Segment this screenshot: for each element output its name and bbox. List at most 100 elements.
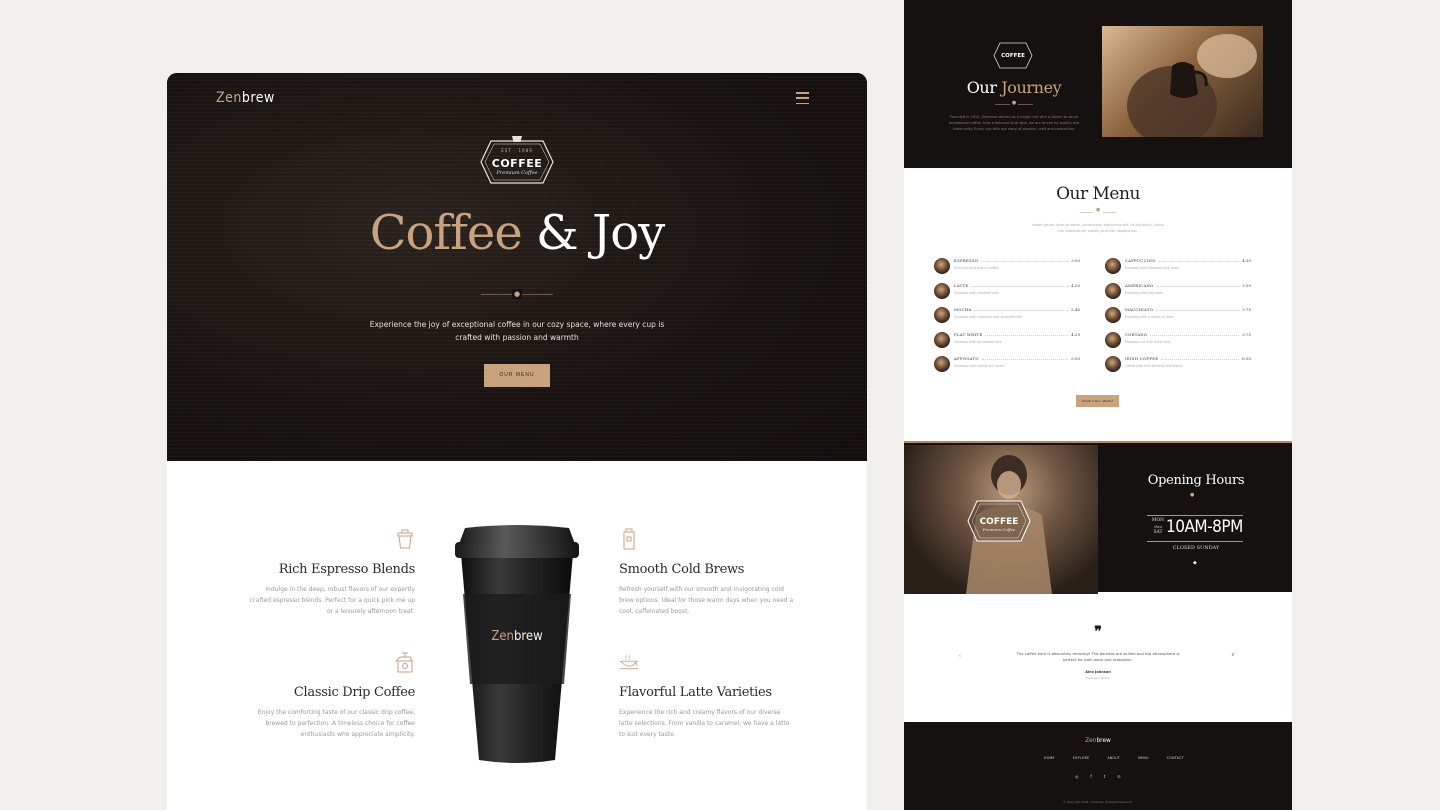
inner-pages-preview: COFFEE Our Journey ● Founded in 2010, Ze… <box>904 0 1292 810</box>
menu-item[interactable]: FLAT WHITE 4.25 Espresso with microfoam mi… <box>934 331 1080 349</box>
menu-item[interactable]: AFFOGATO 5.50 Espresso over vanilla ice cr… <box>934 355 1080 373</box>
social-links: ◎ f t ℗ <box>1075 774 1121 779</box>
menu-item-price: 3.75 <box>1242 331 1251 337</box>
menu-item[interactable]: CORTADO 3.75 Espresso cut with warm milk <box>1105 331 1251 349</box>
opening-hours-section: COFFEE Premium Coffee Opening Hours ● MO… <box>904 441 1292 594</box>
brand-logo[interactable]: Zenbrew <box>216 90 275 106</box>
menu-item-description: Espresso with steamed milk <box>954 290 999 295</box>
menu-item[interactable]: LATTE 4.50 Espresso with steamed milk <box>934 282 1080 300</box>
testimonial-name: Alex Johnson <box>1085 670 1111 674</box>
our-menu-button[interactable]: OUR MENU <box>484 364 550 387</box>
chevron-right-icon[interactable]: › <box>1231 650 1235 660</box>
twitter-icon[interactable]: t <box>1104 774 1106 779</box>
testimonial-role: Frequent Visitor <box>1086 676 1110 680</box>
menu-item[interactable]: MOCHA 5.40 Espresso with chocolate and ste… <box>934 306 1080 324</box>
menu-item-leader <box>971 285 1068 287</box>
menu-item-leader <box>982 359 1068 360</box>
badge-subtitle: Premium Coffee <box>982 527 1016 532</box>
menu-item-leader <box>1156 310 1239 311</box>
menu-title: Our Menu <box>1056 184 1140 204</box>
menu-item-leader <box>974 310 1068 311</box>
coffee-badge-logo: EST · 1989 COFFEE Premium Coffee <box>479 133 555 191</box>
menu-item-description: Espresso over vanilla ice cream <box>954 364 1005 368</box>
hamburger-icon[interactable] <box>796 92 809 104</box>
menu-item-name: CAPPUCCINO <box>1125 258 1156 263</box>
chevron-left-icon[interactable]: ‹ <box>958 651 962 661</box>
feature-latte: Flavorful Latte Varieties Experience the… <box>619 651 789 751</box>
menu-item[interactable]: IRISH COFFEE 6.50 Coffee with Irish whiske… <box>1105 355 1251 373</box>
menu-item-name: CORTADO <box>1125 331 1148 337</box>
menu-item-name: LATTE <box>954 282 969 288</box>
menu-item-leader <box>1150 334 1239 336</box>
badge-title: COFFEE <box>980 517 1019 527</box>
menu-item-description: Espresso with microfoam milk <box>954 339 1002 344</box>
facebook-icon[interactable]: f <box>1090 774 1091 779</box>
menu-item-description: Espresso with steamed milk foam <box>1125 266 1179 270</box>
menu-item-name: IRISH COFFEE <box>1125 356 1159 361</box>
menu-item-name: AFFOGATO <box>954 356 979 361</box>
espresso-icon <box>397 529 413 549</box>
instagram-icon[interactable]: ◎ <box>1075 774 1079 779</box>
coffee-badge-logo: COFFEE <box>993 42 1033 69</box>
menu-item-thumbnail <box>934 307 950 323</box>
menu-item-price: 3.50 <box>1071 258 1080 263</box>
menu-item-thumbnail <box>934 331 950 348</box>
menu-item-leader <box>1157 285 1239 287</box>
coffee-bean-icon: ● <box>1010 100 1018 106</box>
menu-item-name: FLAT WHITE <box>954 331 983 337</box>
testimonial-text: The coffee here is absolutely amazing! T… <box>1016 651 1180 662</box>
cold-brew-icon <box>623 528 635 550</box>
menu-item-leader <box>985 334 1068 336</box>
menu-item-leader <box>981 261 1068 262</box>
footer-link-explore[interactable]: EXPLORE <box>1073 756 1090 760</box>
menu-item-name: AMERICANO <box>1125 282 1154 288</box>
feature-title: Flavorful Latte Varieties <box>619 685 772 700</box>
coffee-bean-icon: ● <box>1190 492 1195 498</box>
view-full-menu-button[interactable]: VIEW FULL MENU <box>1076 395 1119 407</box>
hours-title: Opening Hours <box>1147 473 1245 488</box>
feature-drip: Classic Drip Coffee Enjoy the comforting… <box>245 651 415 751</box>
hero-title: Coffee & Joy <box>369 205 665 261</box>
menu-item-name: ESPRESSO <box>954 258 979 263</box>
coffee-bean-icon: ● <box>512 289 522 299</box>
brand-logo[interactable]: Zenbrew <box>904 736 1292 744</box>
feature-title: Smooth Cold Brews <box>619 562 745 577</box>
menu-item-description: Espresso with a dollop of foam <box>1125 315 1174 319</box>
hero-section: Zenbrew EST · 1989 COFFEE Premium Coffee… <box>167 73 867 461</box>
menu-item-description: Espresso with hot water <box>1125 290 1164 295</box>
menu-item-thumbnail <box>934 258 950 274</box>
menu-item[interactable]: CAPPUCCINO 4.50 Espresso with steamed milk… <box>1105 257 1251 275</box>
journey-title: Our Journey <box>966 78 1062 97</box>
menu-item-price: 4.50 <box>1242 258 1251 263</box>
divider <box>1147 541 1243 542</box>
hours-time: 10AM-8PM <box>1166 517 1243 537</box>
menu-item-leader <box>1161 359 1239 360</box>
hours-days: MON thru SAT <box>1151 518 1165 535</box>
divider <box>1147 515 1243 516</box>
footer-link-contact[interactable]: CONTACT <box>1167 756 1184 760</box>
menu-item-price: 5.40 <box>1071 307 1080 312</box>
menu-item[interactable]: MACCHIATO 3.75 Espresso with a dollop of f… <box>1105 306 1251 324</box>
feature-text: Enjoy the comforting taste of our classi… <box>257 709 415 738</box>
menu-item[interactable]: AMERICANO 3.50 Espresso with hot water <box>1105 282 1251 300</box>
footer-link-about[interactable]: ABOUT <box>1107 756 1120 760</box>
closed-note: CLOSED SUNDAY <box>1172 545 1220 551</box>
menu-item-thumbnail <box>1105 258 1121 274</box>
diamond-icon: ◆ <box>1193 560 1197 566</box>
footer-link-menu[interactable]: MENU <box>1138 756 1149 760</box>
menu-item-thumbnail <box>934 282 950 299</box>
footer: Zenbrew HOME EXPLORE ABOUT MENU CONTACT … <box>904 722 1292 810</box>
journey-text: Founded in 2010, Zenbrew started as a si… <box>948 115 1080 131</box>
coffee-bean-icon: ● <box>1093 207 1103 213</box>
footer-link-home[interactable]: HOME <box>1044 756 1055 760</box>
menu-item[interactable]: ESPRESSO 3.50 Rich and bold shot of coffee <box>934 257 1080 275</box>
journey-section: COFFEE Our Journey ● Founded in 2010, Ze… <box>904 0 1292 168</box>
coffee-grinder-icon <box>395 652 413 673</box>
latte-cup-icon <box>619 655 639 670</box>
pinterest-icon[interactable]: ℗ <box>1117 774 1121 779</box>
coffee-cup-image <box>455 525 579 763</box>
feature-text: Refresh yourself with our smooth and inv… <box>619 586 794 615</box>
menu-subtitle: Lorem ipsum dolor sit amet, consectetur … <box>1031 223 1165 233</box>
feature-espresso: Rich Espresso Blends Indulge in the deep… <box>245 528 415 628</box>
menu-item-price: 6.50 <box>1242 356 1251 361</box>
